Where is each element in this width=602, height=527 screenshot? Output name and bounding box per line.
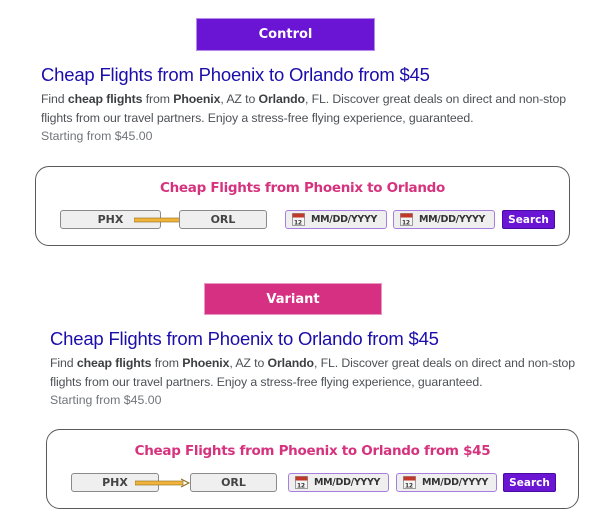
return-date-placeholder: MM/DD/YYYY	[419, 214, 486, 225]
desc-bold: Phoenix	[182, 356, 230, 370]
svg-text:12: 12	[405, 483, 413, 490]
search-button[interactable]: Search	[502, 210, 555, 229]
control-widget-title: Cheap Flights from Phoenix to Orlando	[160, 180, 445, 196]
origin-value: PHX	[97, 213, 124, 226]
depart-date-placeholder: MM/DD/YYYY	[311, 214, 378, 225]
origin-value: PHX	[102, 476, 128, 489]
svg-text:12: 12	[297, 483, 305, 490]
control-ad-description: Find cheap flights from Phoenix, AZ to O…	[41, 90, 566, 128]
variant-ad-title[interactable]: Cheap Flights from Phoenix to Orlando fr…	[50, 328, 575, 350]
desc-bold: Orlando	[267, 356, 315, 370]
variant-ad-description: Find cheap flights from Phoenix, AZ to O…	[50, 354, 575, 392]
desc-text: , FL. Discover great deals on direct and…	[313, 356, 575, 370]
variant-banner-label: Variant	[266, 291, 320, 307]
destination-value: ORL	[221, 476, 246, 489]
control-banner: Control	[196, 18, 375, 51]
search-button[interactable]: Search	[503, 473, 556, 492]
variant-flight-widget: Cheap Flights from Phoenix to Orlando fr…	[46, 429, 579, 509]
return-date-input[interactable]: 12 MM/DD/YYYY	[393, 210, 495, 229]
desc-text: , AZ to	[229, 356, 268, 370]
control-ad-price: Starting from $45.00	[41, 129, 153, 143]
variant-ad-price: Starting from $45.00	[50, 393, 162, 407]
calendar-icon: 12	[295, 476, 308, 489]
return-date-input[interactable]: 12 MM/DD/YYYY	[396, 473, 497, 492]
desc-line-2: flights from our travel partners. Enjoy …	[50, 375, 483, 389]
control-ad-title[interactable]: Cheap Flights from Phoenix to Orlando fr…	[41, 64, 566, 86]
desc-bold: Phoenix	[173, 92, 221, 106]
return-date-placeholder: MM/DD/YYYY	[422, 477, 489, 488]
calendar-icon: 12	[292, 213, 305, 226]
destination-value: ORL	[210, 213, 236, 226]
desc-text: from	[151, 356, 183, 370]
calendar-icon: 12	[400, 213, 413, 226]
depart-date-input[interactable]: 12 MM/DD/YYYY	[288, 473, 389, 492]
variant-banner: Variant	[204, 283, 382, 315]
depart-date-input[interactable]: 12 MM/DD/YYYY	[285, 210, 387, 229]
desc-text: Find	[41, 92, 68, 106]
destination-field[interactable]: ORL	[190, 473, 277, 492]
arrow-right-icon	[135, 478, 191, 488]
desc-bold: Orlando	[258, 92, 306, 106]
search-button-label: Search	[509, 476, 550, 489]
search-button-label: Search	[508, 213, 549, 226]
desc-bold: cheap flights	[76, 356, 152, 370]
calendar-icon: 12	[403, 476, 416, 489]
svg-text:12: 12	[294, 220, 302, 227]
desc-bold: cheap flights	[67, 92, 143, 106]
destination-field[interactable]: ORL	[179, 210, 267, 229]
desc-line-2: flights from our travel partners. Enjoy …	[41, 111, 474, 125]
desc-text: , AZ to	[220, 92, 259, 106]
control-banner-label: Control	[258, 27, 313, 42]
control-flight-widget: Cheap Flights from Phoenix to Orlando PH…	[35, 166, 570, 246]
desc-text: , FL. Discover great deals on direct and…	[304, 92, 566, 106]
desc-text: Find	[50, 356, 77, 370]
control-ad: Cheap Flights from Phoenix to Orlando fr…	[41, 64, 566, 145]
depart-date-placeholder: MM/DD/YYYY	[314, 477, 381, 488]
variant-ad: Cheap Flights from Phoenix to Orlando fr…	[50, 328, 575, 409]
variant-widget-title: Cheap Flights from Phoenix to Orlando fr…	[134, 443, 491, 459]
desc-text: from	[142, 92, 174, 106]
svg-text:12: 12	[402, 220, 410, 227]
